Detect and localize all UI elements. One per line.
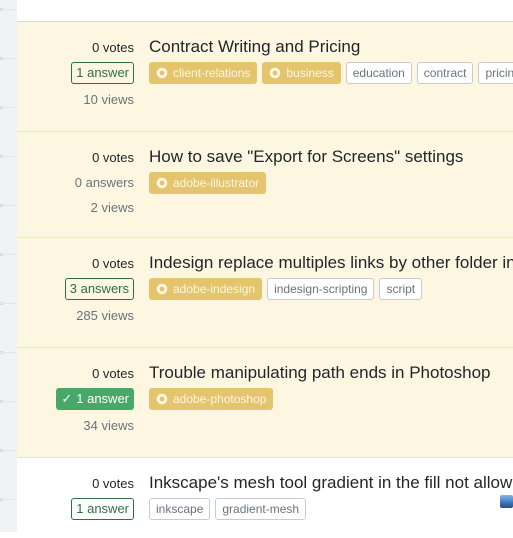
- rail-divider: [0, 352, 16, 353]
- vote-count: 0 votes: [92, 476, 134, 491]
- tag-list: adobe-illustrator: [149, 172, 513, 194]
- question-row: 0 votes 0 answers 2 views How to save "E…: [17, 132, 513, 238]
- tag-pricing[interactable]: pricing: [478, 62, 513, 84]
- eye-icon: [156, 177, 168, 189]
- eye-icon: [156, 393, 168, 405]
- view-count: 2 views: [90, 200, 134, 215]
- rail-divider: [0, 303, 16, 304]
- eye-icon: [270, 67, 281, 79]
- tag-list: inkscape gradient-mesh: [149, 498, 513, 520]
- answer-count: 0 answers: [74, 175, 134, 190]
- answer-count: 3 answers: [64, 278, 134, 300]
- question-summary: Contract Writing and Pricing client-rela…: [149, 36, 513, 84]
- tag-script[interactable]: script: [379, 278, 423, 300]
- accepted-answer-count: ✓ 1 answer: [56, 388, 134, 410]
- tag-adobe-photoshop[interactable]: adobe-photoshop: [149, 388, 274, 410]
- vote-count: 0 votes: [92, 256, 134, 271]
- tag-list: adobe-indesign indesign-scripting script: [149, 278, 513, 300]
- tag-inkscape[interactable]: inkscape: [149, 498, 211, 520]
- eye-icon: [156, 283, 168, 295]
- tag-contract[interactable]: contract: [416, 62, 474, 84]
- rail-divider: [0, 450, 16, 451]
- tag-list: client-relations business education cont…: [149, 62, 513, 84]
- question-stats: 0 votes 1 answer: [17, 471, 134, 523]
- vote-count: 0 votes: [92, 150, 134, 165]
- question-title-link[interactable]: How to save "Export for Screens" setting…: [149, 146, 513, 168]
- question-row: 0 votes ✓ 1 answer 34 views Trouble manip…: [17, 348, 513, 458]
- question-summary: Trouble manipulating path ends in Photos…: [149, 362, 513, 410]
- question-stats: 0 votes ✓ 1 answer 34 views: [17, 361, 134, 438]
- view-count: 285 views: [76, 308, 134, 323]
- answer-count: 1 answer: [71, 498, 134, 520]
- question-title-link[interactable]: Contract Writing and Pricing: [149, 36, 513, 58]
- question-summary: Indesign replace multiples links by othe…: [149, 252, 513, 300]
- question-title-link[interactable]: Inkscape's mesh tool gradient in the fil…: [149, 472, 513, 494]
- question-summary: Inkscape's mesh tool gradient in the fil…: [149, 472, 513, 520]
- question-list: 0 votes 1 answer 10 views Contract Writi…: [17, 22, 513, 538]
- tag-label: adobe-illustrator: [173, 176, 260, 190]
- tag-client-relations[interactable]: client-relations: [149, 62, 258, 84]
- question-row: 0 votes 1 answer Inkscape's mesh tool gr…: [17, 458, 513, 538]
- question-title-link[interactable]: Indesign replace multiples links by othe…: [149, 252, 513, 274]
- question-summary: How to save "Export for Screens" setting…: [149, 146, 513, 194]
- rail-divider: [0, 58, 16, 59]
- vote-count: 0 votes: [92, 40, 134, 55]
- question-row: 0 votes 1 answer 10 views Contract Writi…: [17, 22, 513, 132]
- rail-divider: [0, 107, 16, 108]
- tag-business[interactable]: business: [262, 62, 341, 84]
- rail-divider: [0, 499, 16, 500]
- rail-divider: [0, 156, 16, 157]
- tag-adobe-illustrator[interactable]: adobe-illustrator: [149, 172, 267, 194]
- avatar[interactable]: [500, 495, 513, 508]
- vote-count: 0 votes: [92, 366, 134, 381]
- rail-divider: [0, 401, 16, 402]
- question-stats: 0 votes 3 answers 285 views: [17, 251, 134, 328]
- question-row: 0 votes 3 answers 285 views Indesign rep…: [17, 238, 513, 348]
- question-stats: 0 votes 1 answer 10 views: [17, 35, 134, 112]
- view-count: 10 views: [83, 92, 134, 107]
- rail-divider: [0, 9, 16, 10]
- answer-count: 1 answer: [71, 62, 134, 84]
- tag-label: client-relations: [173, 66, 251, 80]
- list-header-area: [17, 0, 513, 22]
- tag-gradient-mesh[interactable]: gradient-mesh: [215, 498, 307, 520]
- answer-count-label: 1 answer: [76, 391, 129, 406]
- tag-label: adobe-indesign: [173, 282, 256, 296]
- rail-divider: [0, 254, 16, 255]
- tag-indesign-scripting[interactable]: indesign-scripting: [267, 278, 375, 300]
- question-title-link[interactable]: Trouble manipulating path ends in Photos…: [149, 362, 513, 384]
- tag-list: adobe-photoshop: [149, 388, 513, 410]
- tag-label: business: [286, 66, 334, 80]
- tag-education[interactable]: education: [345, 62, 412, 84]
- eye-icon: [156, 67, 168, 79]
- question-stats: 0 votes 0 answers 2 views: [17, 145, 134, 220]
- tag-label: adobe-photoshop: [173, 392, 267, 406]
- view-count: 34 views: [83, 418, 134, 433]
- rail-divider: [0, 205, 16, 206]
- checkmark-icon: ✓: [61, 391, 73, 406]
- tag-adobe-indesign[interactable]: adobe-indesign: [149, 278, 263, 300]
- left-sidebar-rail: [0, 0, 18, 532]
